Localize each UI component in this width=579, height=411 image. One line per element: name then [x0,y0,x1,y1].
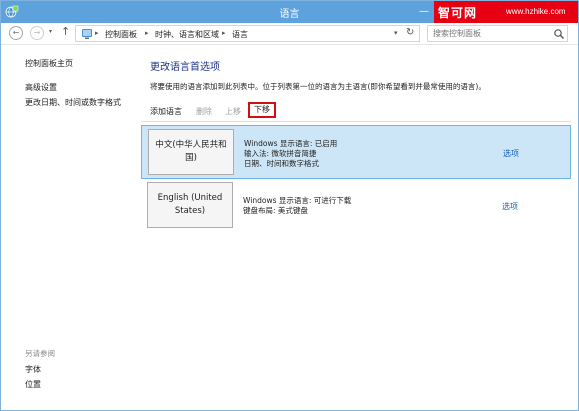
input-method: 输入法: 微软拼音简捷 [244,149,317,158]
sidebar-item-location[interactable]: 位置 [25,379,41,390]
control-panel-icon [82,29,92,39]
sidebar-item-advanced-settings[interactable]: 高级设置 [25,82,57,93]
date-time-format: 日期、时间和数字格式 [244,159,319,168]
language-row-english[interactable]: English (United States) Windows 显示语言: 可进… [141,179,571,233]
watermark-logo: 智可网 www.hzhike.com [434,1,578,23]
language-tile[interactable]: 中文(中华人民共和国) [148,129,234,175]
address-box[interactable]: ▸ 控制面板 ▸ 时钟、语言和区域 ▸ 语言 ▾ ↻ [75,25,420,42]
breadcrumb-control-panel[interactable]: 控制面板 [105,29,137,40]
options-link[interactable]: 选项 [503,148,519,159]
address-bar: ← → ▾ ↑ ▸ 控制面板 ▸ 时钟、语言和区域 ▸ 语言 ▾ ↻ [1,23,578,45]
title-bar[interactable]: 语言 — □ 智可网 www.hzhike.com [1,1,578,23]
sidebar: 控制面板主页 高级设置 更改日期、时间或数字格式 另请参阅 字体 位置 [1,46,136,410]
refresh-button[interactable]: ↻ [406,27,414,38]
move-down-button[interactable]: 下移 [248,102,276,118]
page-description: 将要使用的语言添加到此列表中。位于列表第一位的语言为主语言(即你希望看到并最常使… [150,82,486,91]
minimize-button[interactable]: — [412,3,436,20]
breadcrumb-language[interactable]: 语言 [232,29,248,40]
language-toolbar: 添加语言 删除 上移 下移 [141,100,571,122]
options-link[interactable]: 选项 [502,201,518,212]
page-title: 更改语言首选项 [150,62,220,73]
remove-button[interactable]: 删除 [196,106,212,117]
forward-button[interactable]: → [30,26,44,40]
breadcrumb-separator: ▸ [222,29,226,37]
watermark-url: www.hzhike.com [506,7,566,16]
search-box[interactable] [427,25,568,42]
sidebar-item-control-panel-home[interactable]: 控制面板主页 [25,58,73,69]
see-also-heading: 另请参阅 [25,349,55,358]
sidebar-item-change-date-time-format[interactable]: 更改日期、时间或数字格式 [25,97,121,108]
watermark-brand: 智可网 [438,6,478,20]
breadcrumb-separator: ▸ [95,29,99,37]
control-panel-window: 语言 — □ 智可网 www.hzhike.com ← → ▾ ↑ ▸ 控制面板… [0,0,579,411]
language-details: Windows 显示语言: 已启用 输入法: 微软拼音简捷 日期、时间和数字格式 [244,139,337,169]
display-language-status: Windows 显示语言: 可进行下载 [243,196,352,205]
move-up-button[interactable]: 上移 [225,106,241,117]
language-details: Windows 显示语言: 可进行下载 键盘布局: 美式键盘 [243,196,351,216]
breadcrumb-separator: ▸ [145,29,149,37]
search-input[interactable] [433,29,543,38]
address-dropdown-icon[interactable]: ▾ [394,29,398,37]
history-dropdown-icon[interactable]: ▾ [49,28,52,35]
sidebar-item-fonts[interactable]: 字体 [25,364,41,375]
keyboard-layout: 键盘布局: 美式键盘 [243,206,308,215]
language-tile[interactable]: English (United States) [147,182,233,228]
up-button[interactable]: ↑ [61,25,70,38]
back-button[interactable]: ← [9,26,23,40]
display-language-status: Windows 显示语言: 已启用 [244,139,338,148]
search-icon[interactable] [553,28,565,40]
add-language-button[interactable]: 添加语言 [150,106,182,117]
language-row-chinese[interactable]: 中文(中华人民共和国) Windows 显示语言: 已启用 输入法: 微软拼音简… [141,125,571,179]
breadcrumb-clock-language-region[interactable]: 时钟、语言和区域 [155,29,219,40]
